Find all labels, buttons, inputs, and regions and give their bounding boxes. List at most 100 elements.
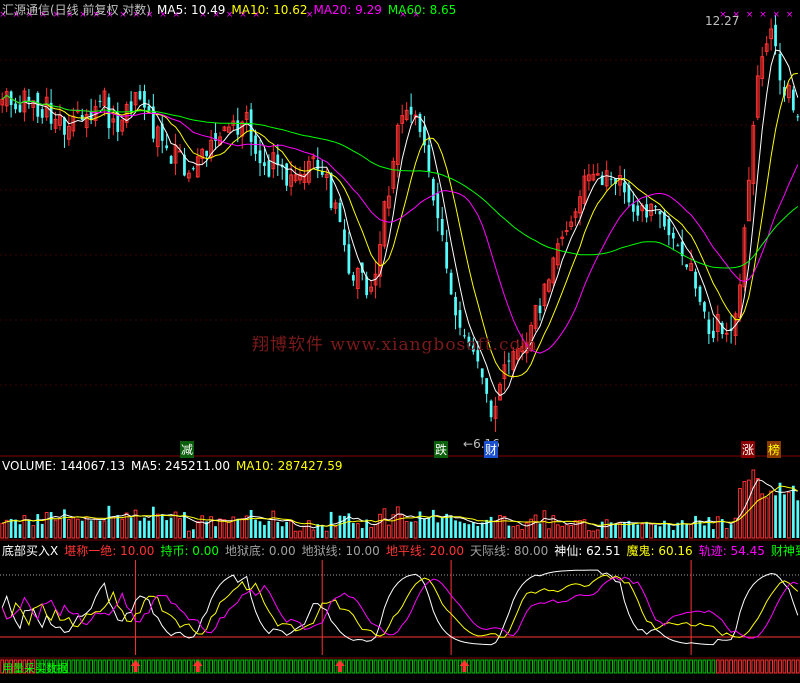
volume-bar	[471, 522, 475, 538]
strip-bar	[493, 659, 498, 674]
strip-bar	[435, 659, 440, 674]
strip-bar	[627, 659, 631, 674]
candle-body	[236, 120, 240, 135]
strip-bar	[427, 659, 431, 674]
strip-bar	[551, 659, 556, 674]
ma20-label: MA20: 9.29	[313, 3, 382, 17]
strip-bar	[360, 659, 365, 674]
marker-cross: ×	[773, 10, 781, 20]
volume-bar	[263, 524, 266, 538]
candle-body	[774, 24, 777, 47]
strip-bar	[578, 659, 582, 674]
strip-bar	[480, 659, 485, 674]
strip-bar	[71, 659, 76, 674]
strip-bar	[200, 659, 205, 674]
strip-bar	[698, 659, 702, 674]
strip-bar	[453, 659, 458, 674]
strip-bar	[213, 659, 218, 674]
volume-bar	[423, 518, 426, 538]
indicator-header: 底部买入X 堪称一绝: 10.00 持币: 0.00 地狱底: 0.00 地狱线: 10…	[2, 542, 800, 559]
volume-bar	[791, 485, 795, 538]
strip-bar	[98, 659, 102, 674]
volume-bar	[249, 509, 253, 538]
candle-body	[63, 117, 66, 135]
strip-bar	[582, 659, 587, 674]
volume-bar	[431, 509, 435, 538]
volume-bar	[155, 513, 160, 539]
volume-bar	[276, 522, 280, 538]
volume-bar	[302, 525, 307, 539]
strip-bar	[293, 659, 298, 674]
volume-bar	[591, 530, 596, 539]
strip-bar	[333, 659, 338, 674]
strip-bar	[315, 659, 320, 674]
volume-bar	[143, 517, 146, 538]
strip-bar	[329, 659, 333, 674]
volume-bar	[80, 520, 84, 538]
volume-bar	[53, 519, 58, 539]
strip-bar	[524, 659, 529, 674]
volume-bar	[463, 523, 466, 538]
volume-bar	[36, 514, 40, 538]
volume-bar	[640, 523, 645, 539]
volume-bar	[84, 516, 89, 539]
candle-body	[285, 163, 289, 186]
strip-bar	[764, 659, 769, 674]
strip-bar	[431, 659, 436, 674]
volume-bar	[285, 521, 289, 538]
volume-bar	[71, 517, 76, 539]
strip-bar	[782, 659, 787, 674]
volume-bar	[22, 515, 27, 539]
strip-bar	[569, 659, 573, 674]
strip-bar	[618, 659, 622, 674]
volume-bar	[649, 523, 653, 539]
candle-body	[258, 150, 262, 164]
volume-bar	[89, 520, 93, 538]
volume-bar	[187, 530, 191, 539]
strip-bar	[111, 659, 116, 674]
candle-body	[676, 245, 680, 247]
strip-bar	[182, 659, 187, 674]
volume-bar	[418, 511, 422, 538]
volume-bar	[547, 528, 551, 539]
strip-bar	[342, 659, 347, 674]
volume-bar	[778, 482, 782, 538]
strip-bar	[249, 659, 253, 674]
candle-body	[431, 178, 435, 201]
candle-body	[169, 156, 173, 164]
strip-bar	[271, 659, 276, 674]
volume-bar	[395, 506, 400, 539]
candle-body	[480, 368, 484, 378]
candle-body	[40, 109, 44, 118]
volume-bar	[98, 520, 102, 538]
strip-bar	[262, 659, 267, 674]
strip-bar	[529, 659, 533, 674]
strip-bar	[778, 659, 782, 674]
strip-bar	[609, 659, 613, 674]
volume-bar	[489, 516, 493, 538]
volume-bar	[760, 493, 765, 539]
volume-bar	[58, 517, 62, 539]
strip-bar	[724, 659, 729, 674]
strip-bar	[253, 659, 258, 674]
volume-bar	[618, 522, 622, 539]
strip-bar	[324, 659, 329, 674]
volume-bar	[764, 497, 769, 539]
strip-bar	[640, 659, 645, 674]
strip-bar	[547, 659, 551, 674]
strip-bar	[84, 659, 89, 674]
volume-bar	[573, 520, 578, 539]
volume-bar	[533, 514, 538, 539]
candle-body	[489, 400, 493, 418]
volume-bar	[67, 519, 71, 539]
volume-bar	[102, 520, 107, 539]
candle-body	[623, 182, 626, 193]
candle-body	[507, 360, 511, 362]
ma20-line	[1, 94, 799, 354]
marker-cross: ×	[746, 10, 754, 20]
strip-bar	[369, 659, 373, 674]
strip-bar	[280, 659, 285, 674]
candle-body	[636, 205, 640, 216]
strip-bar	[711, 659, 716, 674]
candle-body	[671, 232, 675, 239]
